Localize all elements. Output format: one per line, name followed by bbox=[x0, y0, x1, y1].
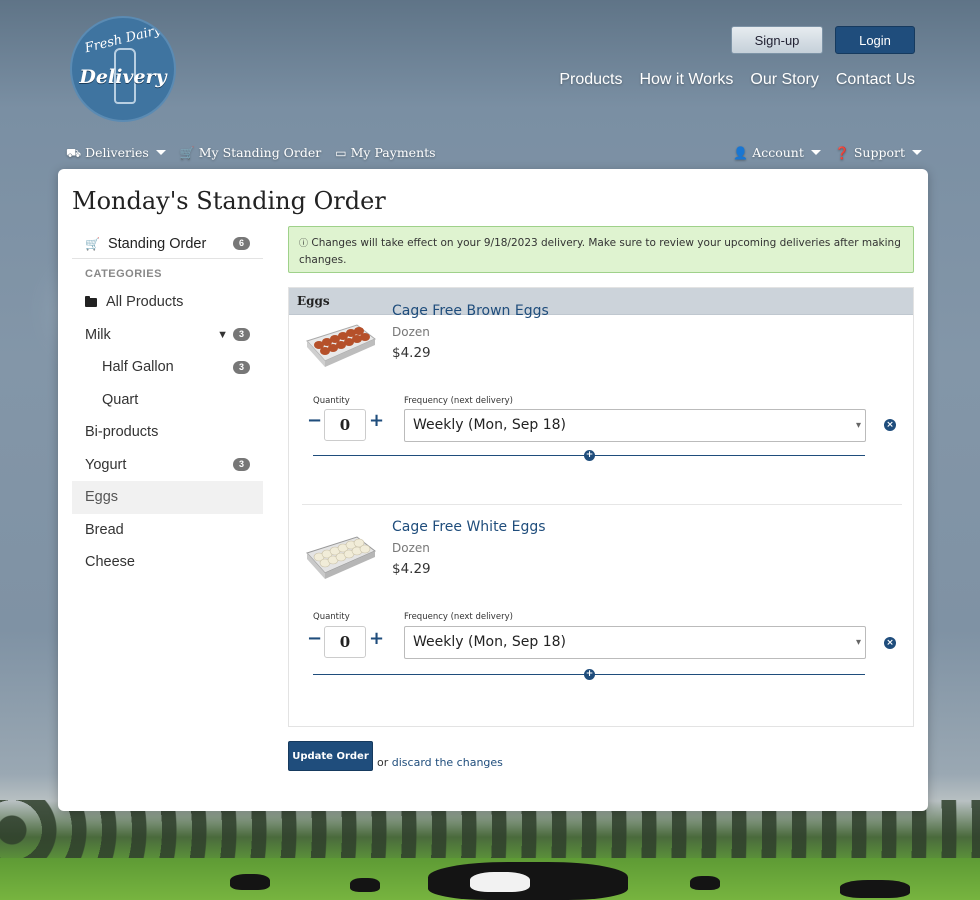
category-count-badge: 3 bbox=[233, 458, 250, 472]
login-button[interactable]: Login bbox=[835, 26, 915, 54]
sidebar-item-label: Half Gallon bbox=[102, 359, 174, 376]
update-order-button[interactable]: Update Order bbox=[288, 741, 373, 771]
sidebar-item-bread[interactable]: Bread bbox=[72, 514, 263, 547]
nav-how-it-works[interactable]: How it Works bbox=[639, 71, 733, 89]
sidebar-item-label: Bread bbox=[85, 521, 124, 538]
remove-item-icon[interactable]: × bbox=[884, 419, 896, 431]
categories-heading: CATEGORIES bbox=[85, 268, 162, 280]
standing-order-card: Monday's Standing Order 🛒 Standing Order… bbox=[58, 169, 928, 811]
sidebar-item-half-gallon[interactable]: Half Gallon 3 bbox=[72, 351, 263, 384]
sidebar-item-label: Cheese bbox=[85, 554, 135, 571]
quantity-label: Quantity bbox=[313, 612, 350, 622]
account-label: Account bbox=[752, 145, 804, 160]
sidebar-standing-order[interactable]: 🛒 Standing Order 6 bbox=[72, 229, 263, 259]
product-unit: Dozen bbox=[392, 325, 430, 339]
frequency-label: Frequency (next delivery) bbox=[404, 396, 513, 406]
sidebar-item-label: Milk bbox=[85, 326, 111, 343]
sidebar-standing-order-label: Standing Order bbox=[107, 235, 207, 252]
signup-button[interactable]: Sign-up bbox=[731, 26, 823, 54]
sidebar: 🛒 Standing Order 6 CATEGORIES All Produc… bbox=[72, 229, 263, 579]
frequency-select[interactable]: Weekly (Mon, Sep 18) bbox=[404, 626, 866, 659]
cow-decoration bbox=[470, 872, 530, 892]
remove-item-icon[interactable]: × bbox=[884, 637, 896, 649]
account-subnav: ⛟ Deliveries 🛒 My Standing Order ▭ My Pa… bbox=[66, 145, 436, 160]
expand-triangle-icon[interactable]: ▼ bbox=[217, 329, 228, 341]
product-name-link[interactable]: Cage Free White Eggs bbox=[392, 519, 546, 535]
caret-down-icon bbox=[155, 150, 166, 155]
nav-contact-us[interactable]: Contact Us bbox=[836, 71, 915, 89]
info-circle-icon: ⓘ bbox=[299, 239, 309, 249]
product-item: Cage Free Brown Eggs Dozen $4.29 Quantit… bbox=[302, 303, 902, 493]
cart-icon: 🛒 bbox=[179, 145, 195, 160]
product-item: Cage Free White Eggs Dozen $4.29 Quantit… bbox=[302, 504, 902, 694]
sidebar-item-quart[interactable]: Quart bbox=[72, 384, 263, 417]
frequency-label: Frequency (next delivery) bbox=[404, 612, 513, 622]
account-menu[interactable]: 👤 Account bbox=[733, 145, 821, 160]
sidebar-item-bi-products[interactable]: Bi-products bbox=[72, 416, 263, 449]
my-standing-order-link[interactable]: 🛒 My Standing Order bbox=[180, 145, 322, 160]
decrease-quantity-button[interactable]: − bbox=[307, 629, 322, 649]
user-subnav: 👤 Account ❓ Support bbox=[733, 145, 922, 160]
cart-icon: 🛒 bbox=[85, 236, 100, 251]
sidebar-item-label: All Products bbox=[106, 294, 184, 311]
deliveries-menu[interactable]: ⛟ Deliveries bbox=[66, 145, 166, 160]
nav-our-story[interactable]: Our Story bbox=[750, 71, 818, 89]
discard-changes-link[interactable]: discard the changes bbox=[392, 756, 503, 769]
sidebar-item-milk[interactable]: Milk ▼ 3 bbox=[72, 319, 263, 352]
add-schedule-icon[interactable]: + bbox=[584, 669, 595, 680]
support-menu[interactable]: ❓ Support bbox=[835, 145, 922, 160]
credit-card-icon: ▭ bbox=[335, 145, 347, 160]
question-circle-icon: ❓ bbox=[834, 145, 850, 160]
logo-text-main: Delivery bbox=[79, 66, 167, 88]
cow-decoration bbox=[840, 880, 910, 898]
add-schedule-icon[interactable]: + bbox=[584, 450, 595, 461]
cow-decoration bbox=[230, 874, 270, 890]
truck-icon: ⛟ bbox=[66, 145, 82, 160]
sidebar-item-label: Bi-products bbox=[85, 424, 159, 441]
brown-eggs-carton-image bbox=[306, 324, 376, 367]
product-name-link[interactable]: Cage Free Brown Eggs bbox=[392, 303, 549, 319]
caret-down-icon bbox=[912, 150, 922, 155]
sidebar-item-cheese[interactable]: Cheese bbox=[72, 546, 263, 579]
increase-quantity-button[interactable]: + bbox=[369, 411, 384, 431]
alert-text: Changes will take effect on your 9/18/20… bbox=[299, 237, 901, 266]
decrease-quantity-button[interactable]: − bbox=[307, 411, 322, 431]
or-text: or bbox=[377, 756, 389, 769]
sidebar-item-label: Quart bbox=[102, 391, 139, 408]
product-price: $4.29 bbox=[392, 561, 431, 577]
standing-order-label: My Standing Order bbox=[198, 145, 322, 160]
quantity-input[interactable]: 0 bbox=[324, 409, 366, 441]
sidebar-item-label: Yogurt bbox=[85, 456, 127, 473]
brand-logo[interactable]: Fresh Dairy Delivery bbox=[70, 16, 176, 122]
cow-decoration bbox=[690, 876, 720, 890]
payments-label: My Payments bbox=[350, 145, 436, 160]
white-eggs-carton-image bbox=[306, 536, 376, 579]
delivery-notice-alert: ⓘ Changes will take effect on your 9/18/… bbox=[288, 226, 914, 273]
my-payments-link[interactable]: ▭ My Payments bbox=[335, 145, 435, 160]
caret-down-icon bbox=[810, 150, 821, 155]
product-price: $4.29 bbox=[392, 345, 431, 361]
quantity-input[interactable]: 0 bbox=[324, 626, 366, 658]
frequency-select[interactable]: Weekly (Mon, Sep 18) bbox=[404, 409, 866, 442]
nav-products[interactable]: Products bbox=[559, 71, 622, 89]
user-icon: 👤 bbox=[733, 145, 749, 160]
category-count-badge: 3 bbox=[233, 360, 250, 374]
main-nav: Products How it Works Our Story Contact … bbox=[559, 71, 915, 89]
sidebar-item-yogurt[interactable]: Yogurt 3 bbox=[72, 449, 263, 482]
deliveries-label: Deliveries bbox=[85, 145, 149, 160]
product-unit: Dozen bbox=[392, 541, 430, 555]
page-title: Monday's Standing Order bbox=[72, 187, 386, 215]
support-label: Support bbox=[853, 145, 905, 160]
discard-text: or discard the changes bbox=[377, 756, 503, 769]
sidebar-item-eggs[interactable]: Eggs bbox=[72, 481, 263, 514]
eggs-panel: Eggs Cage Free Brown Eggs Dozen $4.29 Qu… bbox=[288, 287, 914, 727]
sidebar-item-label: Eggs bbox=[85, 489, 119, 506]
standing-order-count-badge: 6 bbox=[233, 237, 250, 250]
quantity-label: Quantity bbox=[313, 396, 350, 406]
increase-quantity-button[interactable]: + bbox=[369, 629, 384, 649]
category-count-badge: 3 bbox=[233, 328, 250, 342]
folder-icon bbox=[85, 295, 97, 307]
sidebar-item-all-products[interactable]: All Products bbox=[72, 286, 263, 319]
cow-decoration bbox=[350, 878, 380, 892]
